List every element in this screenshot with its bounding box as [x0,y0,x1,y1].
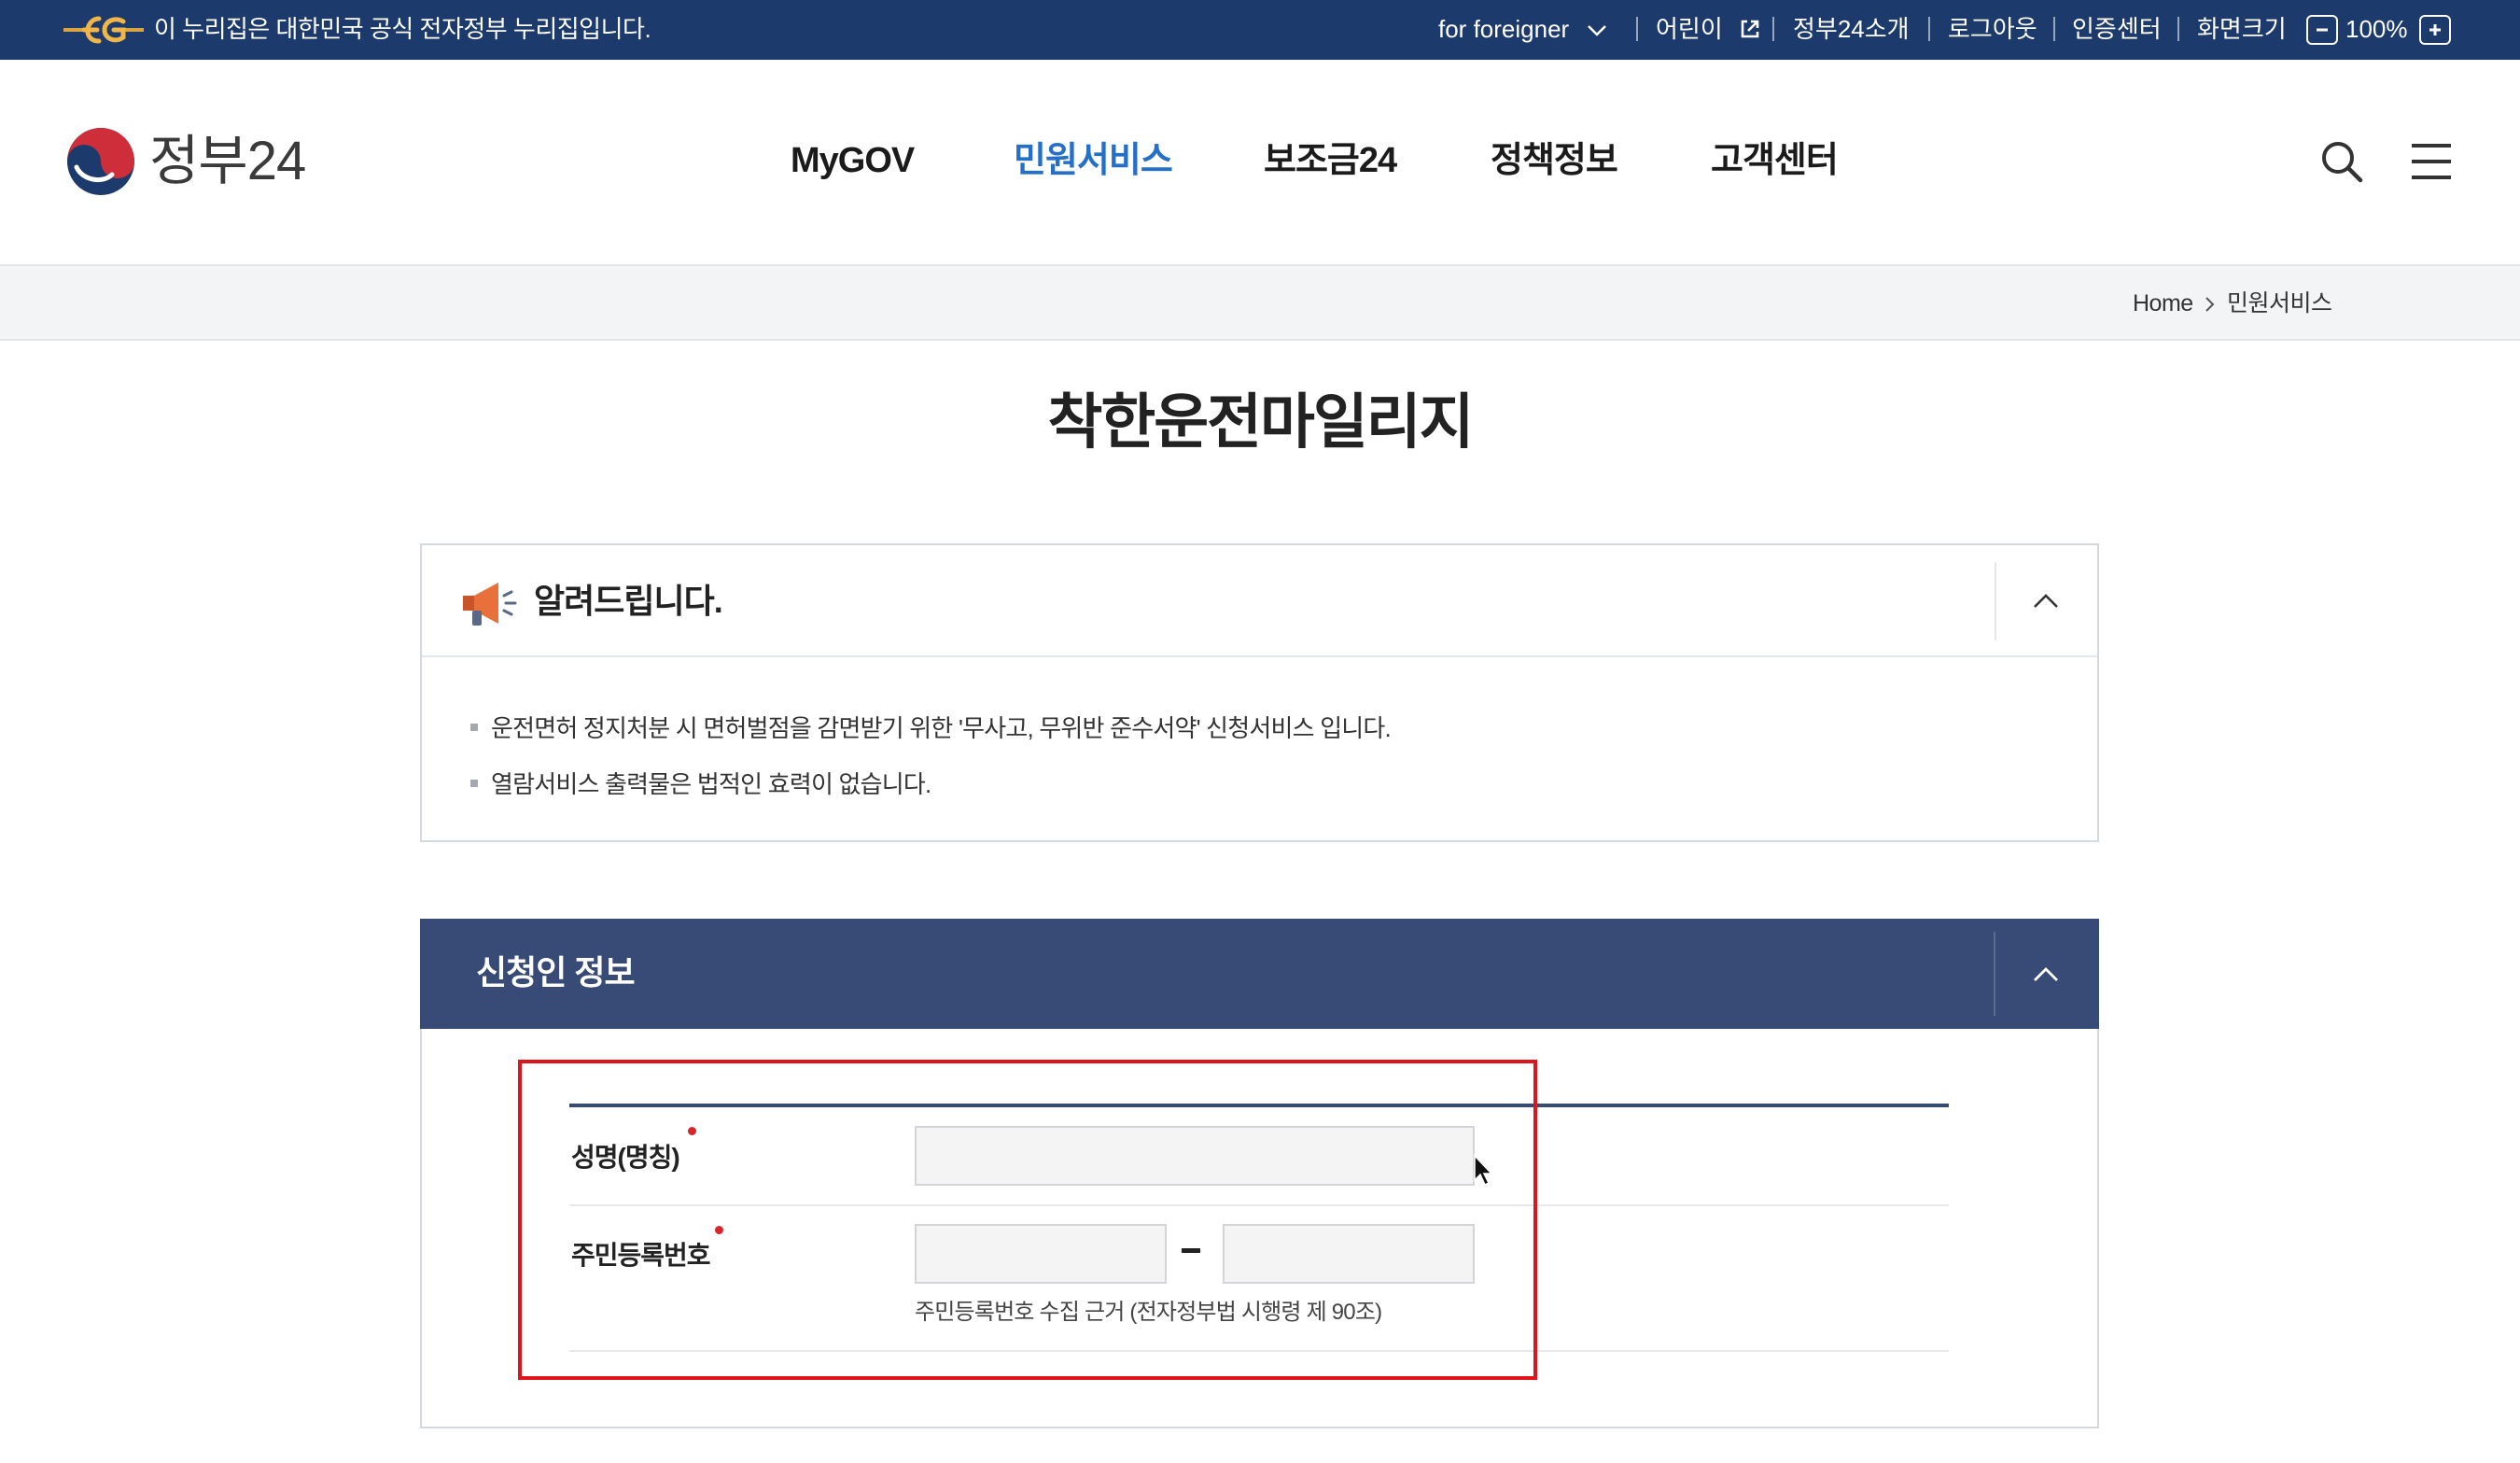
rrn-label: 주민등록번호 [571,1241,711,1270]
site-header: 정부24 MyGOV 민원서비스 보조금24 정책정보 고객센터 [0,60,2520,266]
notice-item: 열람서비스 출력물은 법적인 효력이 없습니다. [470,767,931,801]
form-top-rule [569,1104,1949,1107]
external-link-icon [1741,20,1759,38]
bullet-marker [470,724,478,732]
nav-subsidy24[interactable]: 보조금24 [1264,138,1397,183]
notice-title: 알려드립니다. [534,582,723,620]
nav-civil-service[interactable]: 민원서비스 [1014,138,1173,183]
name-label: 성명(명칭) [571,1143,680,1172]
kids-link[interactable]: 어린이 [1656,13,1761,45]
breadcrumb-current[interactable]: 민원서비스 [2227,288,2332,318]
rrn-front-input[interactable] [915,1224,1167,1284]
chevron-down-icon [1588,25,1607,36]
util-separator [1772,17,1774,41]
breadcrumb: Home 민원서비스 [0,266,2520,341]
for-foreigner-dropdown[interactable]: for foreigner [1438,13,1607,45]
notice-header: 알려드립니다. [422,545,2097,657]
rrn-back-input[interactable] [1223,1224,1475,1284]
screen-size-label: 화면크기 [2197,15,2287,43]
page-title: 착한운전마일리지 [1047,388,1474,456]
notice-panel: 알려드립니다. 운전면허 정지처분 시 면허벌점을 감면받기 위한 '무사고, … [420,543,2099,842]
chevron-up-icon[interactable] [2009,564,2083,639]
rrn-dash-separator [1182,1248,1200,1253]
gov-official-notice: 이 누리집은 대한민국 공식 전자정부 누리집입니다. [154,15,651,43]
util-separator [2177,17,2179,41]
minus-icon [2317,28,2328,32]
eg-logo-icon [63,16,144,44]
header-divider [1995,562,1996,640]
logout-link[interactable]: 로그아웃 [1948,13,2037,45]
chevron-right-icon [2205,297,2215,312]
util-separator [1928,17,1930,41]
gov24-home-logo[interactable]: 정부24 [65,126,327,201]
required-indicator [715,1226,723,1234]
mouse-pointer-icon [1474,1154,1493,1187]
required-indicator [688,1127,696,1135]
rrn-legal-basis-note: 주민등록번호 수집 근거 (전자정부법 시행령 제 90조) [915,1300,1382,1325]
chevron-up-icon[interactable] [2009,937,2083,1012]
util-separator [1636,17,1638,41]
cert-center-link[interactable]: 인증센터 [2072,13,2162,45]
nav-customer-center[interactable]: 고객센터 [1711,138,1839,183]
megaphone-icon [463,583,517,626]
zoom-out-button[interactable] [2306,15,2338,45]
notice-item-text: 운전면허 정지처분 시 면허벌점을 감면받기 위한 '무사고, 무위반 준수서약… [491,714,1392,742]
search-icon[interactable] [2318,138,2365,185]
nav-policy-info[interactable]: 정책정보 [1491,138,1618,183]
zoom-level: 100% [2345,15,2408,43]
notice-item-text: 열람서비스 출력물은 법적인 효력이 없습니다. [491,770,931,798]
taegeuk-emblem-icon [67,128,134,195]
row-divider [569,1350,1949,1352]
notice-item: 운전면허 정지처분 시 면허벌점을 감면받기 위한 '무사고, 무위반 준수서약… [470,711,1392,745]
row-divider [569,1204,1949,1206]
gov-top-bar: 이 누리집은 대한민국 공식 전자정부 누리집입니다. for foreigne… [0,0,2520,60]
kids-label: 어린이 [1656,15,1723,43]
hamburger-menu-icon[interactable] [2408,138,2455,185]
bullet-marker [470,780,478,788]
plus-icon [2429,24,2441,35]
applicant-section-title: 신청인 정보 [476,953,636,992]
for-foreigner-label: for foreigner [1438,15,1570,43]
brand-name: 정부24 [149,131,306,191]
nav-mygov[interactable]: MyGOV [791,138,915,183]
applicant-info-header: 신청인 정보 [420,919,2099,1029]
header-divider [1994,932,1995,1016]
breadcrumb-home[interactable]: Home [2133,288,2193,318]
about-gov24-link[interactable]: 정부24소개 [1793,13,1910,45]
util-separator [2053,17,2055,41]
name-input[interactable] [915,1126,1475,1186]
zoom-in-button[interactable] [2419,15,2451,45]
